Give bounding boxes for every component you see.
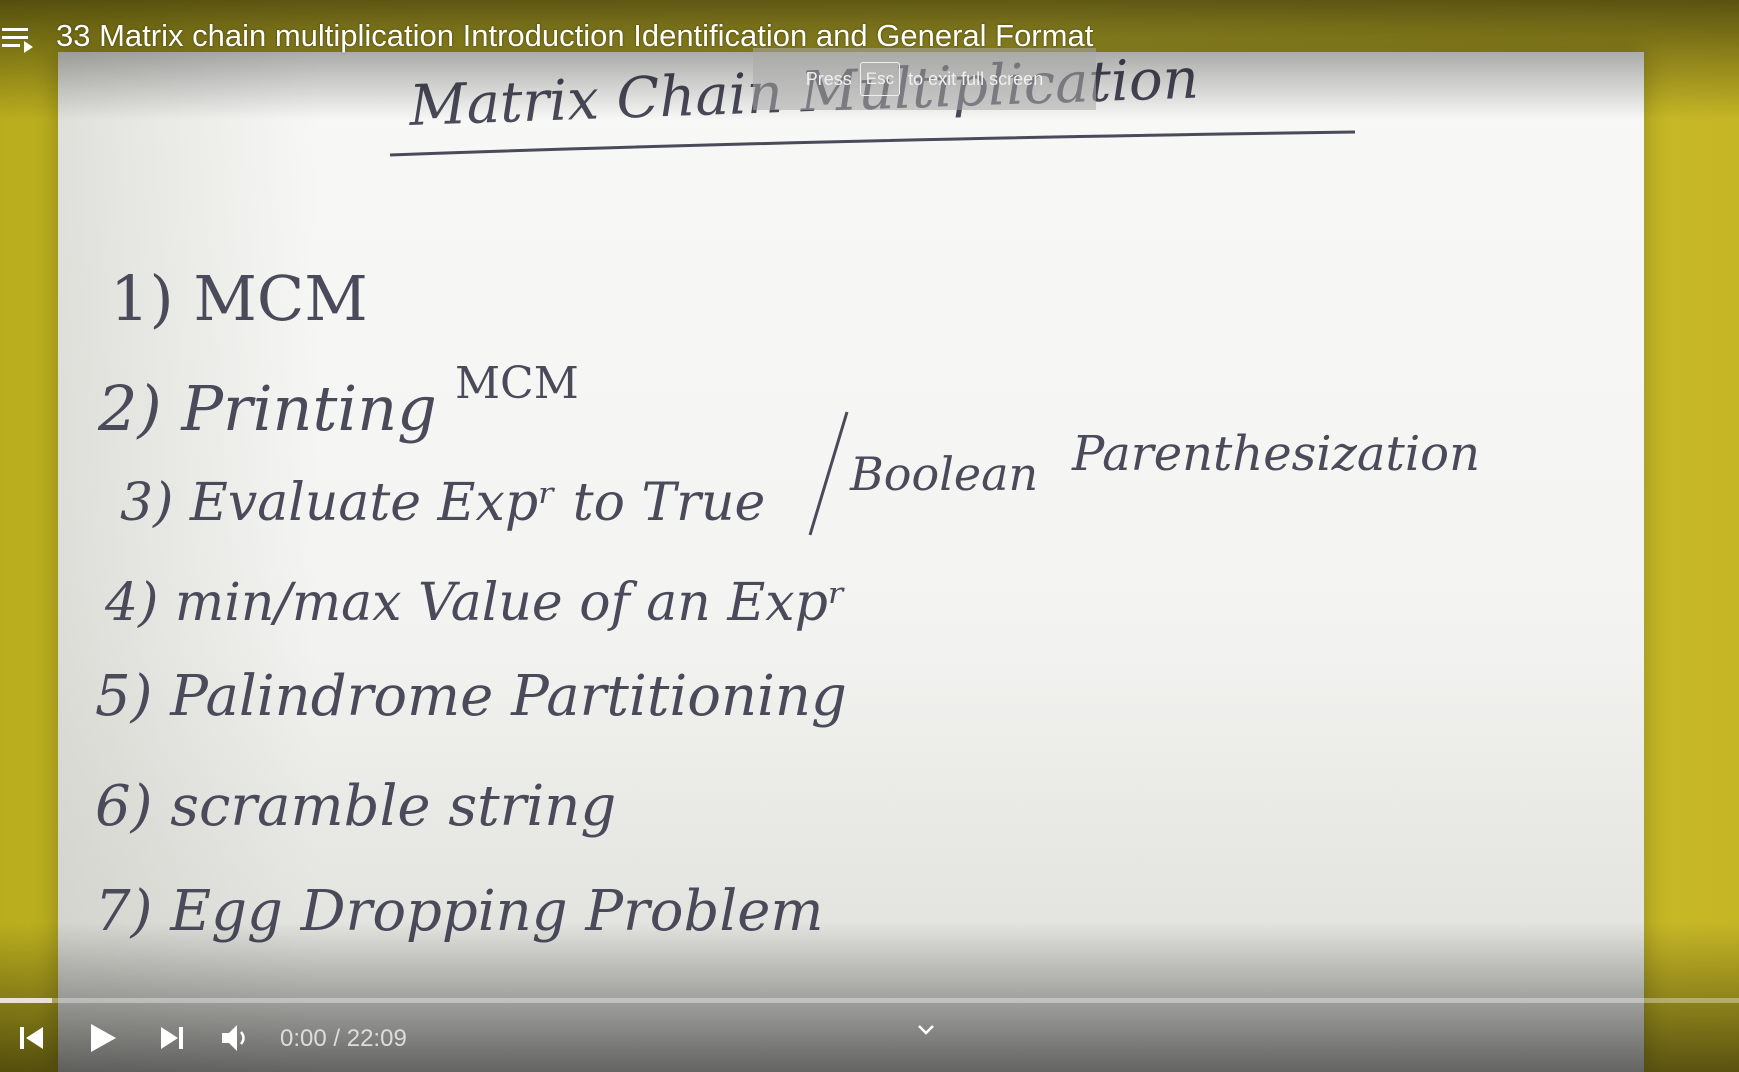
duration: 22:09 xyxy=(346,1025,407,1052)
chevron-down-icon[interactable] xyxy=(914,1020,938,1040)
player-controls: 0:00 / 22:09 xyxy=(0,1010,1739,1070)
video-frame[interactable]: Matrix Chain Multiplication 1) MCM 2) Pr… xyxy=(0,0,1739,1072)
volume-button[interactable] xyxy=(216,1010,256,1066)
fullscreen-exit-toast: Press Esc to exit full screen xyxy=(753,48,1096,110)
svg-text:MCM: MCM xyxy=(455,358,579,409)
playlist-icon[interactable] xyxy=(0,24,40,56)
svg-text:3) Evaluate Expʳ to True: 3) Evaluate Expʳ to True xyxy=(120,473,765,533)
previous-icon xyxy=(20,1027,43,1049)
handwritten-notes-image: Matrix Chain Multiplication 1) MCM 2) Pr… xyxy=(95,46,1480,944)
next-button[interactable] xyxy=(152,1010,192,1066)
svg-text:1) MCM: 1) MCM xyxy=(110,262,368,335)
previous-button[interactable] xyxy=(10,1010,52,1066)
video-player[interactable]: Matrix Chain Multiplication 1) MCM 2) Pr… xyxy=(0,0,1739,1072)
svg-text:5) Palindrome Partitioning: 5) Palindrome Partitioning xyxy=(95,664,847,729)
svg-text:Parenthesization: Parenthesization xyxy=(1071,426,1480,482)
progress-buffered xyxy=(0,998,53,1003)
svg-text:7) Egg Dropping Problem: 7) Egg Dropping Problem xyxy=(95,879,824,944)
toast-press-text: Press xyxy=(805,68,852,89)
play-button[interactable] xyxy=(80,1010,124,1066)
svg-text:4) min/max Value of an Exp: 4) min/max Value of an Expʳ xyxy=(104,573,846,633)
current-time: 0:00 xyxy=(280,1025,327,1052)
toast-rest-text: to exit full screen xyxy=(908,68,1044,89)
svg-text:2) Printing: 2) Printing xyxy=(97,372,437,445)
svg-text:Boolean: Boolean xyxy=(849,447,1038,501)
svg-text:6) scramble string: 6) scramble string xyxy=(95,774,616,839)
volume-icon xyxy=(222,1025,245,1051)
time-separator: / xyxy=(326,1025,347,1052)
progress-bar[interactable] xyxy=(0,998,1739,1003)
esc-key-badge: Esc xyxy=(859,62,901,96)
next-icon xyxy=(161,1027,183,1049)
play-icon xyxy=(91,1024,116,1052)
time-display: 0:00 / 22:09 xyxy=(280,1025,407,1053)
